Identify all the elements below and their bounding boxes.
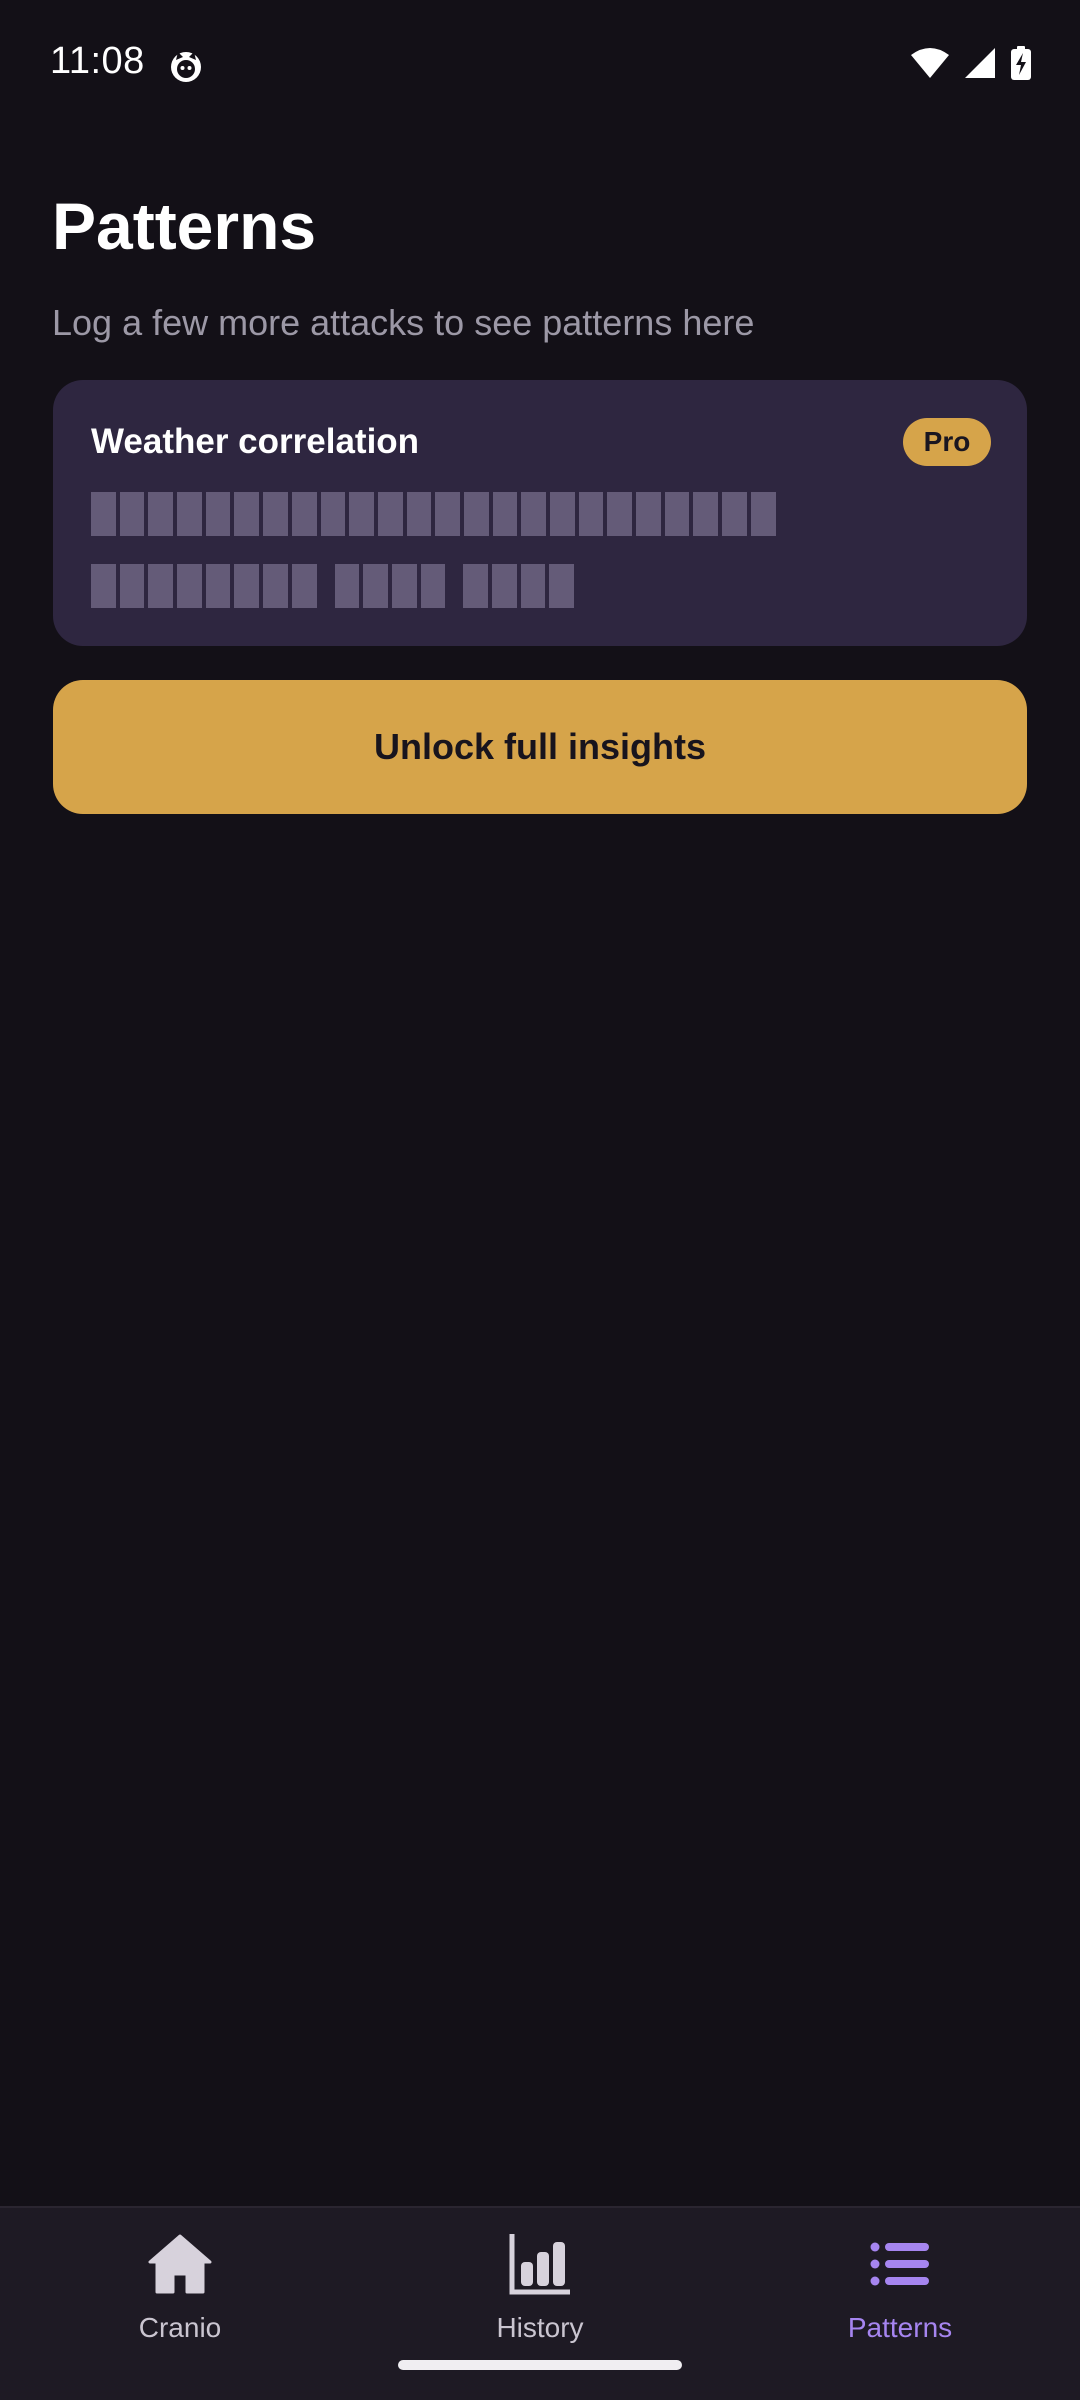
placeholder-block: [177, 564, 202, 608]
placeholder-block: [119, 492, 145, 536]
weather-correlation-card[interactable]: Weather correlation Pro: [53, 380, 1027, 646]
placeholder-block: [492, 492, 518, 536]
locked-text-placeholder: [91, 492, 776, 536]
placeholder-block: [177, 492, 202, 536]
nav-label: Patterns: [847, 2312, 953, 2343]
placeholder-block: [349, 492, 374, 536]
page-subtitle: Log a few more attacks to see patterns h…: [52, 302, 755, 343]
placeholder-block: [463, 492, 489, 536]
battery-charging-icon: [1010, 46, 1032, 85]
nav-item-cranio[interactable]: Cranio: [0, 2208, 360, 2400]
placeholder-block: [520, 564, 546, 608]
placeholder-block: [420, 564, 446, 608]
home-icon: [144, 2228, 216, 2300]
placeholder-block: [664, 492, 690, 536]
placeholder-block: [363, 564, 388, 608]
list-icon: [864, 2228, 936, 2300]
placeholder-block: [148, 492, 174, 536]
placeholder-block: [291, 564, 317, 608]
placeholder-block: [148, 564, 174, 608]
placeholder-block: [291, 492, 317, 536]
bottom-navigation: Cranio History Patterns: [0, 2206, 1080, 2400]
page-title: Patterns: [52, 189, 317, 263]
placeholder-block: [435, 492, 460, 536]
placeholder-block: [549, 564, 574, 608]
placeholder-block: [205, 564, 231, 608]
placeholder-block: [234, 492, 260, 536]
placeholder-gap: [321, 564, 331, 608]
nav-item-patterns[interactable]: Patterns: [720, 2208, 1080, 2400]
placeholder-block: [750, 492, 776, 536]
patterns-screen: 11:08 Patterns Log a few more attacks to…: [0, 0, 1080, 2400]
placeholder-block: [263, 492, 288, 536]
card-title: Weather correlation: [91, 422, 420, 461]
wifi-icon: [910, 47, 950, 84]
placeholder-block: [234, 564, 260, 608]
placeholder-block: [607, 492, 633, 536]
placeholder-block: [334, 564, 360, 608]
placeholder-block: [550, 492, 575, 536]
placeholder-block: [205, 492, 231, 536]
status-time: 11:08: [50, 40, 145, 82]
placeholder-block: [636, 492, 661, 536]
placeholder-block: [391, 564, 417, 608]
placeholder-block: [578, 492, 604, 536]
placeholder-block: [521, 492, 546, 536]
placeholder-block: [91, 564, 116, 608]
placeholder-block: [320, 492, 346, 536]
status-icons: [910, 46, 1032, 85]
status-bar: 11:08: [0, 0, 1080, 130]
bar-chart-icon: [504, 2228, 576, 2300]
placeholder-block: [263, 564, 288, 608]
placeholder-gap: [449, 564, 459, 608]
nav-item-history[interactable]: History: [360, 2208, 720, 2400]
unlock-full-insights-button[interactable]: Unlock full insights: [53, 680, 1027, 814]
pro-badge: Pro: [903, 418, 991, 466]
placeholder-block: [722, 492, 747, 536]
placeholder-block: [463, 564, 488, 608]
placeholder-block: [119, 564, 145, 608]
nav-label: History: [496, 2312, 584, 2343]
placeholder-block: [406, 492, 432, 536]
cell-signal-icon: [964, 47, 996, 84]
placeholder-block: [91, 492, 116, 536]
nav-label: Cranio: [138, 2312, 222, 2343]
placeholder-block: [693, 492, 719, 536]
placeholder-block: [377, 492, 403, 536]
cat-face-icon: [168, 48, 204, 84]
home-indicator-bar[interactable]: [398, 2360, 682, 2370]
locked-text-placeholder: [91, 564, 574, 608]
placeholder-block: [491, 564, 517, 608]
